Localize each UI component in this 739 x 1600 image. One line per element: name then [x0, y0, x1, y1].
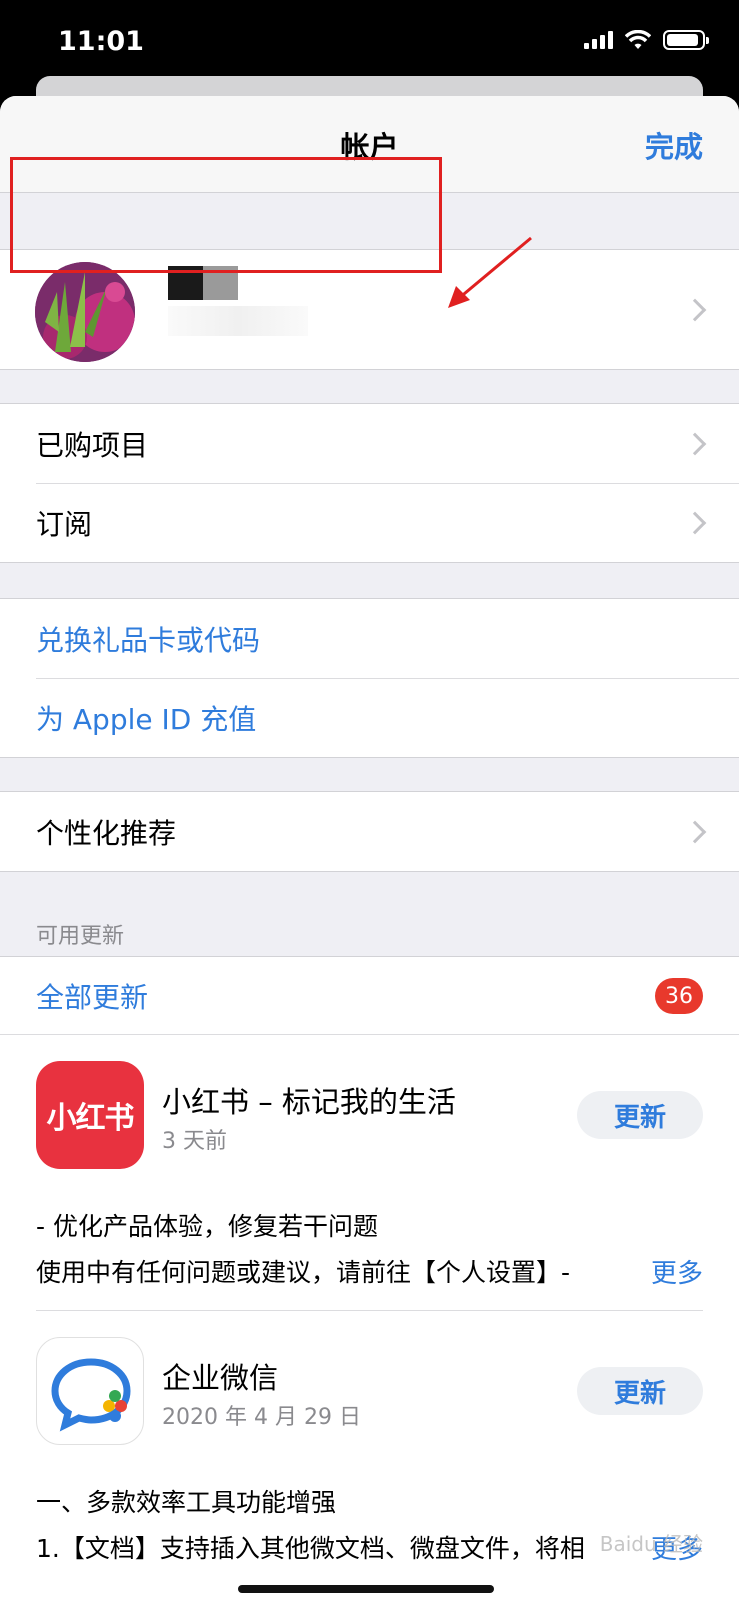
app-update-item: 小红书 小红书 – 标记我的生活 3 天前 更新 - 优化产品体验，修复若干问题…	[36, 1035, 703, 1310]
update-all-label: 全部更新	[36, 980, 149, 1014]
release-notes-line: 一、多款效率工具功能增强	[36, 1488, 337, 1517]
release-notes-line: 1.【文档】支持插入其他微文档、微盘文件，将相	[36, 1534, 585, 1563]
chevron-right-icon	[683, 820, 707, 843]
chevron-right-icon	[683, 432, 707, 455]
redeem-gift-card-link[interactable]: 兑换礼品卡或代码	[0, 599, 739, 678]
personalized-recommendations-row[interactable]: 个性化推荐	[0, 792, 739, 871]
account-email-redacted	[168, 306, 308, 336]
section-header-updates: 可用更新	[36, 924, 125, 949]
subscriptions-label: 订阅	[36, 507, 93, 541]
purchased-row[interactable]: 已购项目	[0, 404, 739, 483]
annotation-highlight-box	[10, 157, 442, 273]
battery-icon	[663, 30, 709, 50]
home-indicator[interactable]	[238, 1585, 494, 1593]
funds-group: 兑换礼品卡或代码 为 Apple ID 充值	[0, 598, 739, 758]
battery-level	[667, 34, 698, 46]
avatar	[35, 262, 135, 362]
release-notes-line: 使用中有任何问题或建议，请前往【个人设置】-	[36, 1258, 571, 1287]
subscriptions-row[interactable]: 订阅	[0, 483, 739, 562]
watermark: Baidu 经验	[599, 1532, 703, 1556]
purchases-group: 已购项目 订阅	[0, 403, 739, 563]
chevron-right-icon	[683, 511, 707, 534]
app-name[interactable]: 小红书 – 标记我的生活	[162, 1079, 456, 1121]
update-button[interactable]: 更新	[577, 1367, 703, 1415]
app-update-date: 3 天前	[162, 1129, 227, 1154]
app-name[interactable]: 企业微信	[162, 1355, 278, 1397]
update-all-button[interactable]: 全部更新 36	[0, 957, 739, 1035]
chevron-right-icon	[683, 298, 707, 322]
release-notes-line: - 优化产品体验，修复若干问题	[36, 1212, 378, 1241]
xiaohongshu-app-icon[interactable]: 小红书	[36, 1061, 144, 1169]
done-button[interactable]: 完成	[645, 124, 703, 166]
purchased-label: 已购项目	[36, 428, 149, 462]
updates-list: 全部更新 36 小红书 小红书 – 标记我的生活 3 天前 更新 - 优化产品体…	[0, 956, 739, 1600]
wifi-icon	[625, 30, 651, 49]
personalization-group: 个性化推荐	[0, 791, 739, 872]
more-link[interactable]: 更多	[651, 1253, 703, 1290]
update-count-badge: 36	[655, 978, 703, 1014]
account-sheet: 帐户 完成 已购项目 订阅 兑换礼品卡或代码 为 Apple ID 充值 个性化…	[0, 96, 739, 1600]
status-time: 11:01	[58, 26, 144, 57]
cellular-signal-icon	[584, 31, 613, 49]
status-icons	[584, 30, 709, 50]
wework-app-icon[interactable]	[36, 1337, 144, 1445]
update-button[interactable]: 更新	[577, 1091, 703, 1139]
app-update-date: 2020 年 4 月 29 日	[162, 1405, 361, 1430]
personalized-label: 个性化推荐	[36, 816, 177, 850]
add-funds-link[interactable]: 为 Apple ID 充值	[0, 678, 739, 757]
annotation-arrow-icon	[448, 236, 532, 308]
